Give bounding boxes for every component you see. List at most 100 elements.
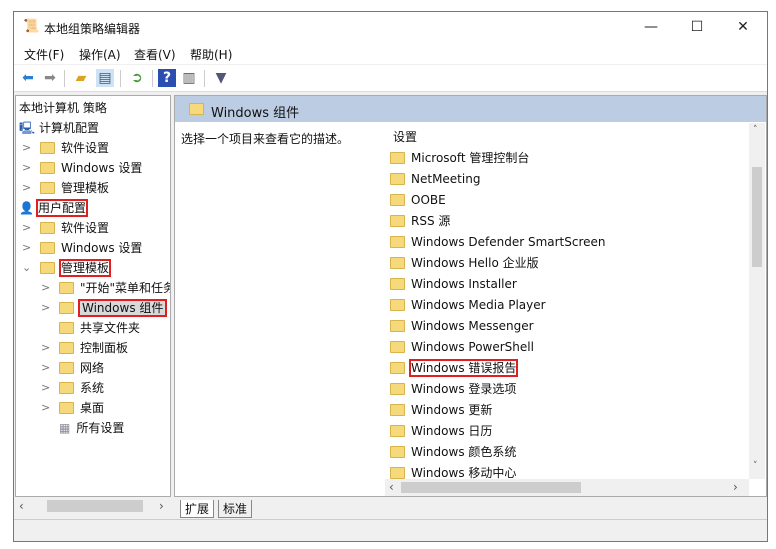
tree-item[interactable]: 👤 用户配置 — [19, 198, 88, 218]
folder-icon — [40, 182, 55, 194]
setting-list-item[interactable]: Windows Defender SmartScreen — [390, 232, 606, 252]
tab-extended[interactable]: 扩展 — [180, 500, 215, 518]
setting-item-label: OOBE — [411, 193, 446, 207]
setting-list-item[interactable]: Windows 错误报告 — [390, 358, 519, 378]
close-button[interactable]: ✕ — [720, 12, 766, 42]
tree-item[interactable]: 共享文件夹 — [41, 318, 140, 338]
tree-item[interactable]: > Windows 设置 — [22, 158, 142, 178]
tree-item[interactable]: ▦ 所有设置 — [41, 418, 124, 438]
app-icon: 📜 — [23, 19, 40, 34]
show-hide-tree-icon[interactable]: ▤ — [96, 69, 114, 87]
folder-icon — [390, 152, 405, 164]
tree-item[interactable]: > 系统 — [41, 378, 104, 398]
minimize-button[interactable]: — — [628, 12, 674, 42]
filter-icon[interactable]: ▼ — [212, 69, 230, 87]
title-bar: 📜 本地组策略编辑器 — ☐ ✕ — [14, 12, 767, 42]
setting-list-item[interactable]: OOBE — [390, 190, 446, 210]
tree-item[interactable]: 🖳 计算机配置 — [19, 118, 99, 138]
chevron-down-icon[interactable]: ⌄ — [22, 258, 32, 278]
setting-list-item[interactable]: Windows PowerShell — [390, 337, 534, 357]
tree-item-label: 用户配置 — [35, 199, 88, 217]
tree-item[interactable]: ⌄ 管理模板 — [22, 258, 112, 278]
folder-icon — [40, 162, 55, 174]
forward-icon[interactable]: ➡ — [41, 69, 59, 87]
folder-icon — [390, 404, 405, 416]
tab-standard[interactable]: 标准 — [218, 500, 253, 518]
tree-item[interactable]: > 软件设置 — [22, 138, 109, 158]
show-hide-action-pane-icon[interactable]: ▥ — [180, 69, 198, 87]
setting-list-item[interactable]: NetMeeting — [390, 169, 480, 189]
chevron-right-icon[interactable]: > — [41, 298, 51, 318]
tree-item[interactable]: > 控制面板 — [41, 338, 128, 358]
maximize-button[interactable]: ☐ — [674, 12, 720, 42]
setting-item-label: Windows Messenger — [411, 319, 534, 333]
tree-item[interactable]: > Windows 组件 — [41, 298, 168, 318]
setting-item-label: Windows 更新 — [411, 403, 493, 417]
vertical-scrollbar[interactable]: ˄ ˅ — [749, 123, 765, 479]
setting-list-item[interactable]: Microsoft 管理控制台 — [390, 148, 529, 168]
tree-item-label: 管理模板 — [58, 259, 112, 277]
folder-icon — [59, 402, 74, 414]
chevron-right-icon[interactable]: > — [22, 238, 32, 258]
tree-item[interactable]: > Windows 设置 — [22, 238, 142, 258]
folder-icon — [59, 362, 74, 374]
horizontal-scrollbar[interactable]: ‹ › — [385, 479, 749, 496]
tree-item-label: 管理模板 — [61, 181, 110, 195]
folder-icon — [390, 467, 405, 479]
chevron-right-icon[interactable]: > — [41, 398, 51, 418]
tree-item[interactable]: > 软件设置 — [22, 218, 109, 238]
setting-item-label: NetMeeting — [411, 172, 481, 186]
chevron-right-icon[interactable]: > — [41, 278, 51, 298]
setting-list-item[interactable]: Windows 更新 — [390, 400, 492, 420]
tree-item[interactable]: > "开始"菜单和任务栏 — [41, 278, 170, 298]
setting-list-item[interactable]: Windows Media Player — [390, 295, 546, 315]
setting-list-item[interactable]: RSS 源 — [390, 211, 450, 231]
setting-item-label: Windows 颜色系统 — [411, 445, 517, 459]
setting-list-item[interactable]: Windows Messenger — [390, 316, 534, 336]
folder-icon — [59, 302, 74, 314]
folder-icon — [390, 383, 405, 395]
chevron-right-icon[interactable]: > — [41, 378, 51, 398]
setting-list-item[interactable]: Windows 登录选项 — [390, 379, 516, 399]
menu-help[interactable]: 帮助(H) — [190, 46, 232, 63]
back-icon[interactable]: ⬅ — [19, 69, 37, 87]
menu-action[interactable]: 操作(A) — [79, 46, 121, 63]
setting-list-item[interactable]: Windows 移动中心 — [390, 463, 516, 479]
chevron-right-icon[interactable]: > — [22, 178, 32, 198]
help-icon[interactable]: ? — [158, 69, 176, 87]
chevron-right-icon[interactable]: > — [22, 158, 32, 178]
setting-list-item[interactable]: Windows Hello 企业版 — [390, 253, 539, 273]
tree-item[interactable]: > 管理模板 — [22, 178, 109, 198]
tree-item-label: Windows 设置 — [61, 161, 143, 175]
chevron-right-icon[interactable]: > — [41, 358, 51, 378]
chevron-right-icon[interactable]: > — [41, 338, 51, 358]
folder-icon — [390, 173, 405, 185]
export-list-icon[interactable]: ➲ — [128, 69, 146, 87]
folder-icon — [390, 299, 405, 311]
tree-item[interactable]: > 桌面 — [41, 398, 104, 418]
user-icon: 👤 — [19, 201, 34, 215]
settings-list-icon: ▦ — [59, 421, 71, 435]
folder-icon — [40, 262, 55, 274]
folder-icon — [40, 222, 55, 234]
folder-icon — [390, 320, 405, 332]
folder-icon — [390, 341, 405, 353]
menu-file[interactable]: 文件(F) — [24, 46, 64, 63]
tree-root[interactable]: 本地计算机 策略 — [19, 98, 107, 118]
setting-list-item[interactable]: Windows 日历 — [390, 421, 492, 441]
setting-item-label: Microsoft 管理控制台 — [411, 151, 530, 165]
tree-item[interactable]: > 网络 — [41, 358, 104, 378]
menu-view[interactable]: 查看(V) — [134, 46, 176, 63]
folder-icon — [40, 242, 55, 254]
folder-icon — [390, 194, 405, 206]
up-folder-icon[interactable]: ▰ — [72, 69, 90, 87]
status-bar — [14, 519, 767, 541]
tree-item-label: 计算机配置 — [39, 121, 100, 135]
setting-list-item[interactable]: Windows 颜色系统 — [390, 442, 516, 462]
chevron-right-icon[interactable]: > — [22, 218, 32, 238]
setting-list-item[interactable]: Windows Installer — [390, 274, 517, 294]
tree-horizontal-scrollbar[interactable]: ‹ › — [15, 497, 171, 515]
main-window: 📜 本地组策略编辑器 — ☐ ✕ 文件(F) 操作(A) 查看(V) 帮助(H)… — [13, 11, 768, 542]
chevron-right-icon[interactable]: > — [22, 138, 32, 158]
folder-icon — [59, 322, 74, 334]
